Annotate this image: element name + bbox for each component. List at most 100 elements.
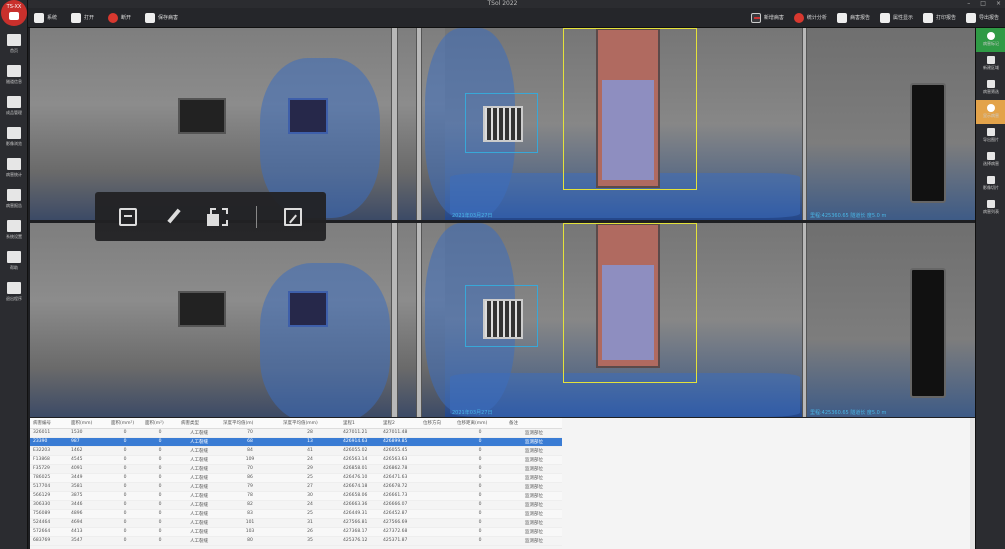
pen-icon[interactable] (164, 208, 182, 226)
caption-date: 2021年03月27日 (452, 213, 493, 219)
table-cell: 人工裂缝 (178, 500, 220, 510)
toolbar-button[interactable]: 新增病害 (750, 12, 784, 23)
table-cell: 0 (142, 446, 178, 456)
window-grille (483, 106, 523, 142)
right-sidebar-item[interactable]: 导出图片 (976, 124, 1005, 148)
column-header[interactable]: 位移距离(mm) (454, 418, 506, 429)
sidebar-item[interactable]: 退出程序 (0, 278, 28, 308)
sidebar-item[interactable]: 影像浏览 (0, 123, 28, 153)
table-cell: 427566.81 (340, 518, 380, 528)
right-sidebar-item[interactable]: 病害列表 (976, 196, 1005, 220)
table-cell: 78 (220, 491, 280, 501)
left-sidebar: TS-XX 首页 隧道信息 成品管理 影像浏览 病害统计 病害报告 系统设置 帮助 退出程序 (0, 0, 28, 549)
table-row[interactable]: 683769 3547 0 0 人工裂缝 80 35 425376.12 425371.87 0 监… (30, 536, 562, 546)
column-header[interactable]: 病害编号 (30, 418, 68, 429)
right-sidebar-item[interactable]: 新建区域 (976, 52, 1005, 76)
table-row[interactable]: 306330 3446 0 0 人工裂缝 82 24 426663.36 426666.07 0 监… (30, 500, 562, 510)
table-cell: 23390 (30, 437, 68, 447)
table-cell: 426914.63 (340, 437, 380, 447)
print-icon (922, 12, 933, 23)
selection-box[interactable] (563, 28, 697, 190)
sidebar-item[interactable]: 病害统计 (0, 154, 28, 184)
right-sidebar-item[interactable]: 选择病害 (976, 148, 1005, 172)
sidebar-item[interactable]: 帮助 (0, 247, 28, 277)
table-cell: 监测部位 (506, 473, 562, 483)
table-cell: 监测部位 (506, 500, 562, 510)
table-cell: 0 (142, 536, 178, 546)
table-cell: 1462 (68, 446, 108, 456)
table-cell: F35729 (30, 464, 68, 474)
table-cell: 1530 (68, 428, 108, 438)
comment-icon[interactable] (118, 207, 137, 226)
caption-mileage: 里程:425360.65 隧道长 度5.0 m (810, 213, 887, 219)
table-cell: 0 (108, 536, 142, 546)
toolbar-button[interactable]: 导出报告 (965, 12, 999, 23)
crop-icon[interactable] (206, 207, 228, 226)
table-cell: 0 (454, 518, 506, 528)
table-scrollbar[interactable] (970, 418, 975, 549)
table-cell: 人工裂缝 (178, 491, 220, 501)
column-header[interactable]: 面积(mm²) (108, 418, 142, 429)
right-sidebar-item[interactable]: 影像切片 (976, 172, 1005, 196)
save-icon (145, 12, 156, 23)
toolbar-button[interactable]: 统计分析 (793, 12, 827, 23)
right-sidebar-item[interactable]: 病害筛选 (976, 76, 1005, 100)
column-header[interactable]: 位移方向 (420, 418, 454, 429)
table-cell: 426666.07 (380, 500, 420, 510)
photo-icon (987, 128, 995, 136)
table-row[interactable]: F13868 4545 0 0 人工裂缝 109 24 426563.14 426563.63 0… (30, 455, 562, 465)
toolbar-button[interactable]: 打开 (71, 12, 94, 23)
table-cell (420, 428, 454, 438)
edit-icon (987, 56, 995, 64)
document-edit-icon[interactable] (284, 207, 303, 226)
folder-icon (71, 12, 82, 23)
column-header[interactable]: 面积(m²) (142, 418, 178, 429)
table-cell: 426563.63 (380, 455, 420, 465)
right-sidebar-item[interactable]: 显示病害 (976, 100, 1005, 124)
table-row[interactable]: 572664 4413 0 0 人工裂缝 103 26 427368.17 427372.68 0… (30, 527, 562, 537)
list-icon (987, 200, 995, 208)
table-row[interactable]: E32203 1462 0 0 人工裂缝 84 41 426055.02 426055.45 0 监… (30, 446, 562, 456)
sidebar-item[interactable]: 病害报告 (0, 185, 28, 215)
selection-box[interactable] (563, 223, 697, 383)
toolbar-button[interactable]: 打印报告 (922, 12, 956, 23)
sidebar-item[interactable]: 成品管理 (0, 92, 28, 122)
table-row[interactable]: 326011 1530 0 0 人工裂缝 70 28 427011.21 427011.48 0 监… (30, 428, 562, 438)
table-cell: 425376.12 (340, 536, 380, 546)
table-cell: 0 (454, 509, 506, 519)
table-header-row: 病害编号 面积(mm) 面积(mm²) 面积(m²) 病害类型 深度平均值(m) 深度平均值… (30, 418, 562, 429)
close-icon[interactable]: × (996, 0, 1001, 8)
column-header[interactable]: 里程1 (340, 418, 380, 429)
right-sidebar-item[interactable]: 病害标记 (976, 28, 1005, 52)
sidebar-item[interactable]: 隧道信息 (0, 61, 28, 91)
minimize-icon[interactable]: – (967, 0, 970, 8)
column-header[interactable]: 面积(mm) (68, 418, 108, 429)
toolbar-button[interactable]: 病害报告 (836, 12, 870, 23)
table-row[interactable]: 756089 4896 0 0 人工裂缝 83 25 426449.31 426452.87 0 监… (30, 509, 562, 519)
toolbar-button[interactable]: 系统 (34, 12, 57, 23)
column-header[interactable]: 里程2 (380, 418, 420, 429)
image-panel-bottom[interactable]: 2021年03月27日 里程:425360.65 隧道长 度5.0 m (30, 223, 975, 417)
maximize-icon[interactable]: □ (980, 0, 986, 8)
table-cell: 0 (108, 446, 142, 456)
table-row[interactable]: F35729 4091 0 0 人工裂缝 70 29 426858.01 426862.78 0 监… (30, 464, 562, 474)
column-header[interactable]: 病害类型 (178, 418, 220, 429)
column-header[interactable]: 深度平均值(mm) (280, 418, 340, 429)
table-row[interactable]: 786025 3449 0 0 人工裂缝 86 25 426476.10 426471.63 0 监… (30, 473, 562, 483)
table-row[interactable]: 23390 987 0 0 人工裂缝 68 13 426914.63 426899.85 0 监测部… (30, 437, 562, 447)
sidebar-item[interactable]: 系统设置 (0, 216, 28, 246)
slice-icon (987, 176, 995, 184)
table-row[interactable]: 524464 4694 0 0 人工裂缝 101 31 427566.81 427566.69 0… (30, 518, 562, 528)
table-row[interactable]: 517704 3581 0 0 人工裂缝 79 27 426674.18 426678.72 0 监… (30, 482, 562, 492)
toolbar-button[interactable]: 属性显示 (879, 12, 913, 23)
table-row[interactable]: 566129 3875 0 0 人工裂缝 78 30 426658.06 426661.73 0 监… (30, 491, 562, 501)
column-header[interactable]: 深度平均值(m) (220, 418, 280, 429)
table-cell: 0 (108, 527, 142, 537)
table-cell: 427368.17 (340, 527, 380, 537)
table-cell: 0 (108, 482, 142, 492)
column-header[interactable]: 备注 (506, 418, 562, 429)
table-cell: 人工裂缝 (178, 428, 220, 438)
sidebar-item[interactable]: 首页 (0, 30, 28, 60)
toolbar-button[interactable]: 断开 (108, 12, 131, 23)
toolbar-button[interactable]: 保存病害 (145, 12, 178, 23)
